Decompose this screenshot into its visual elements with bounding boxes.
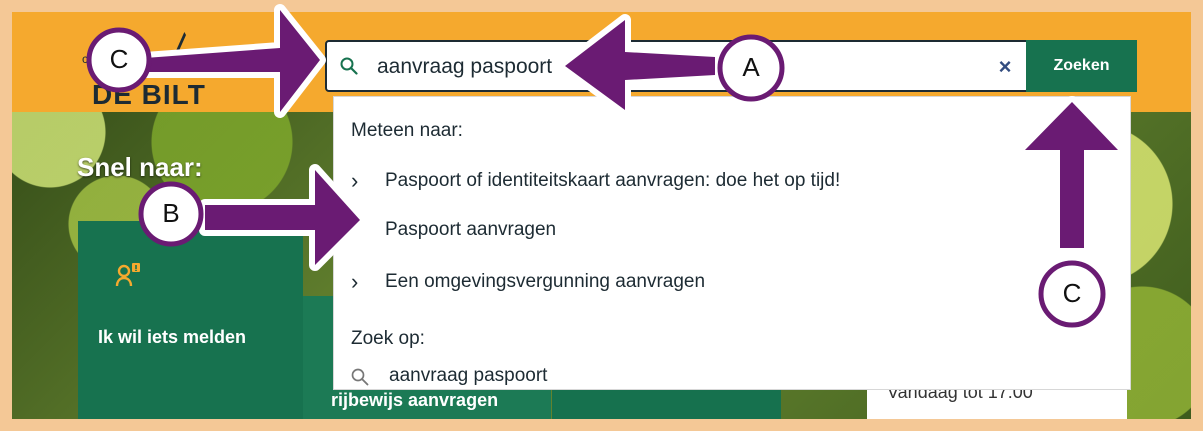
report-person-icon xyxy=(115,263,140,287)
suggestion-label: Een omgevingsvergunning aanvragen xyxy=(385,271,706,292)
card-title: Ik wil iets melden xyxy=(98,327,247,347)
search-icon xyxy=(340,57,358,75)
suggestion-link[interactable]: › Een omgevingsvergunning aanvragen xyxy=(351,271,1071,303)
chevron-right-icon: › xyxy=(351,168,359,193)
suggestion-link-paspoort[interactable]: Paspoort aanvragen xyxy=(351,219,1071,251)
snel-naar-heading: Snel naar: xyxy=(77,152,203,182)
site-logo[interactable]: DE BILT xyxy=(92,79,206,111)
search-icon xyxy=(351,368,369,386)
logo-small-text: c xyxy=(82,52,88,66)
search-bar[interactable]: × Zoeken xyxy=(325,40,1137,92)
suggestion-label: Paspoort of identiteitskaart aanvragen: … xyxy=(385,170,841,191)
chevron-right-icon: › xyxy=(351,269,359,294)
card-ik-wil-iets-melden[interactable]: Ik wil iets melden xyxy=(78,221,303,419)
search-input[interactable] xyxy=(375,51,959,83)
suggestion-label: Paspoort aanvragen xyxy=(385,219,557,240)
logo-mark-icon xyxy=(169,32,224,65)
zoek-op-heading: Zoek op: xyxy=(351,328,425,349)
meteen-naar-heading: Meteen naar: xyxy=(351,120,463,141)
search-button[interactable]: Zoeken xyxy=(1026,40,1137,92)
suggestion-link[interactable]: › Paspoort of identiteitskaart aanvragen… xyxy=(351,170,1071,202)
close-icon[interactable]: × xyxy=(993,55,1017,79)
search-dropdown: Meteen naar: › Paspoort of identiteitska… xyxy=(333,96,1131,390)
card-title: rijbewijs aanvragen xyxy=(331,390,499,410)
search-suggestion-text[interactable]: aanvraag paspoort xyxy=(389,365,547,387)
page-frame: c DE BILT Snel naar: Ik wil iets melden … xyxy=(12,12,1191,419)
